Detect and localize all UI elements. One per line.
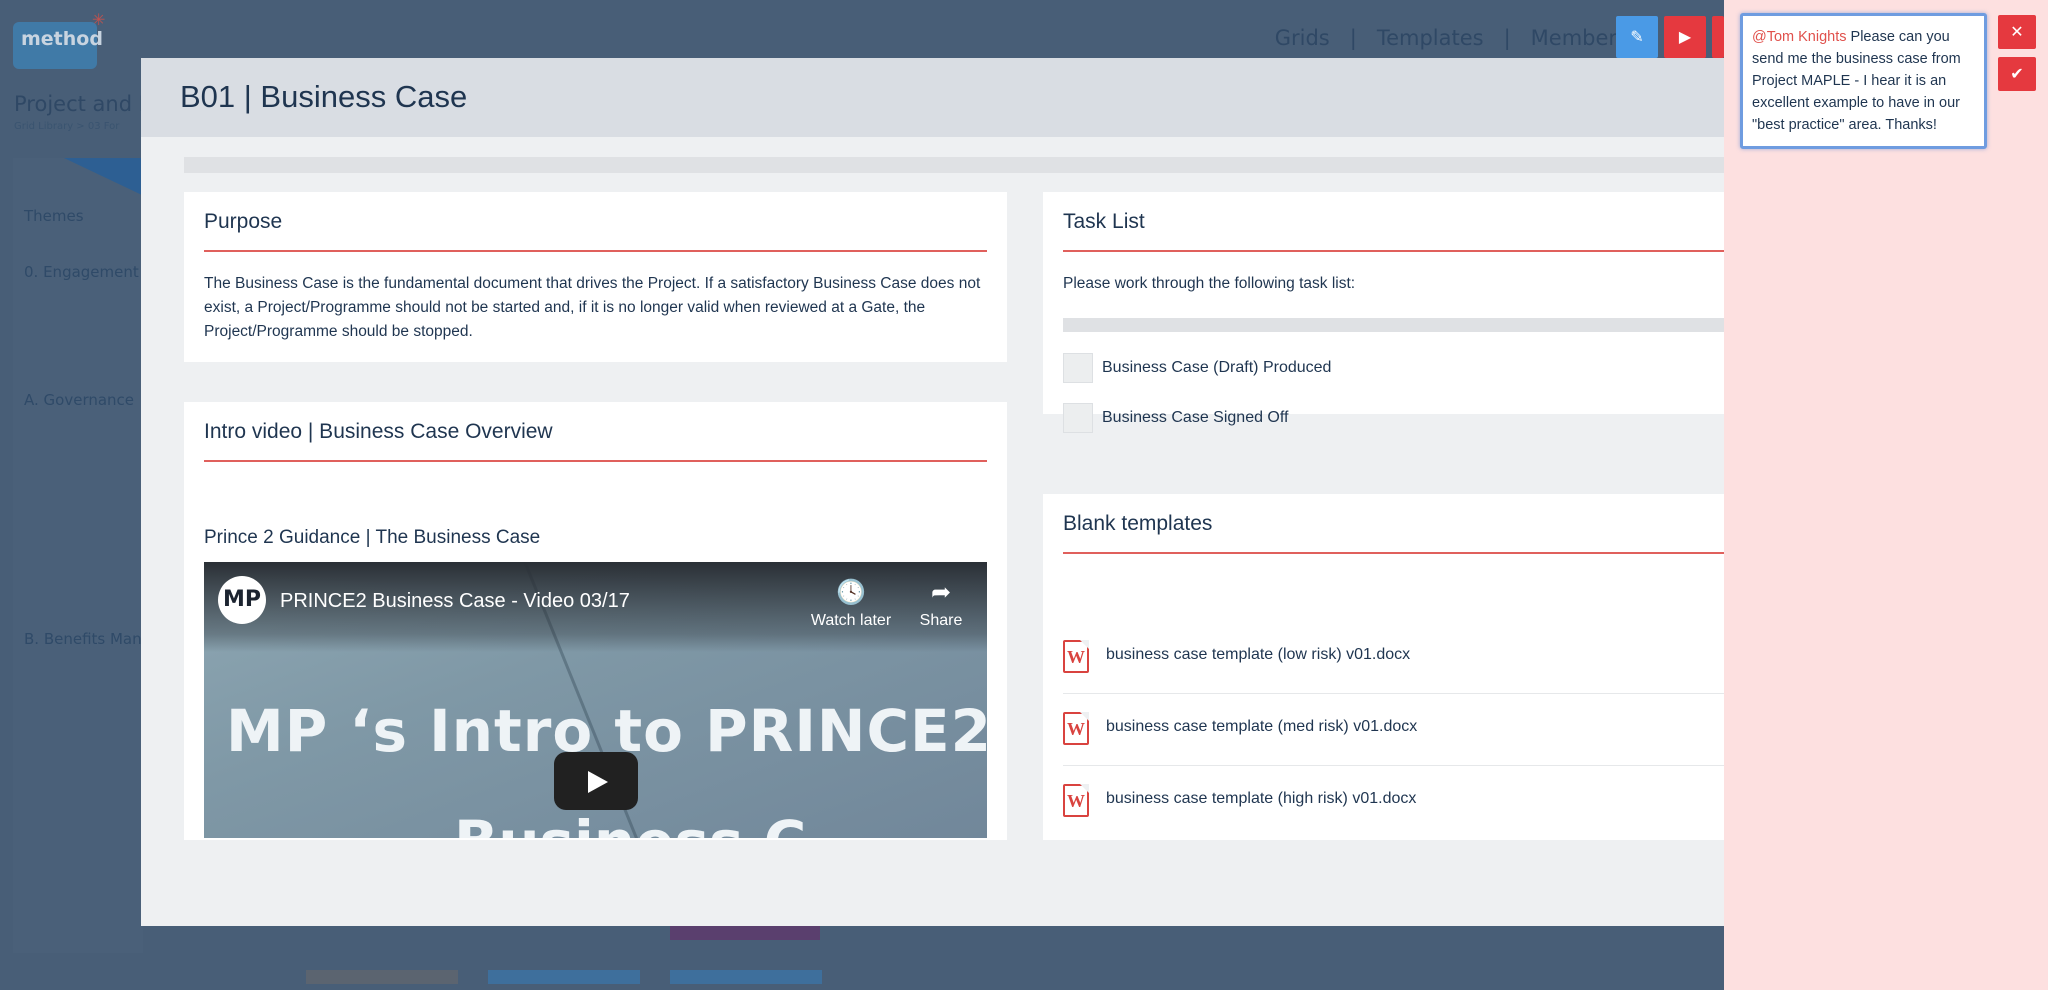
modal-strip xyxy=(184,157,1724,173)
watch-later-label: Watch later xyxy=(810,612,892,629)
blank-templates-title: Blank templates xyxy=(1063,512,1213,535)
share-label: Share xyxy=(919,612,963,629)
card-divider xyxy=(1063,552,1724,554)
task-label-signed-off: Business Case Signed Off xyxy=(1102,409,1289,426)
intro-video-title: Intro video | Business Case Overview xyxy=(204,420,553,443)
task-modal: B01 | Business Case Purpose The Business… xyxy=(141,58,1724,926)
clock-icon: 🕓 xyxy=(836,579,866,606)
edit-button[interactable]: ✎ xyxy=(1616,16,1658,58)
file-name[interactable]: business case template (high risk) v01.d… xyxy=(1106,790,1416,808)
more-button[interactable] xyxy=(1712,16,1724,58)
nav-separator: | xyxy=(1503,26,1511,50)
share-button[interactable]: ➦ Share xyxy=(896,578,986,630)
word-document-icon: W xyxy=(1063,784,1089,817)
task-checkbox-draft[interactable] xyxy=(1063,353,1093,383)
video-thumbnail-text-2: Business C xyxy=(454,808,806,838)
close-icon: ✕ xyxy=(2010,22,2024,41)
submit-comment-button[interactable]: ✔ xyxy=(1998,57,2036,91)
grid-row-themes: Themes xyxy=(24,207,84,225)
task-checkbox-signed-off[interactable] xyxy=(1063,403,1093,433)
nav-templates[interactable]: Templates xyxy=(1377,26,1484,50)
task-progress-bar xyxy=(1063,318,1724,332)
task-label-draft: Business Case (Draft) Produced xyxy=(1102,359,1332,376)
card-divider xyxy=(204,250,987,252)
card-divider xyxy=(1063,250,1724,252)
grid-header-shape xyxy=(64,158,144,196)
logo-burst-icon: ✳ xyxy=(92,10,106,29)
nav-separator: | xyxy=(1349,26,1357,50)
purpose-card: Purpose The Business Case is the fundame… xyxy=(184,192,1007,362)
app-logo: method xyxy=(13,22,103,69)
template-file-low-risk[interactable]: W business case template (low risk) v01.… xyxy=(1043,622,1724,694)
comment-mention[interactable]: @Tom Knights xyxy=(1752,29,1847,45)
check-icon: ✔ xyxy=(2010,64,2024,83)
file-name[interactable]: business case template (low risk) v01.do… xyxy=(1106,646,1410,664)
template-file-high-risk[interactable]: W business case template (high risk) v01… xyxy=(1043,766,1724,838)
video-title[interactable]: PRINCE2 Business Case - Video 03/17 xyxy=(280,590,630,613)
play-video-button[interactable] xyxy=(554,752,638,810)
purpose-title: Purpose xyxy=(204,210,283,233)
template-file-med-risk[interactable]: W business case template (med risk) v01.… xyxy=(1043,694,1724,766)
grid-tile xyxy=(488,970,640,984)
word-document-icon: W xyxy=(1063,712,1089,745)
project-breadcrumb: Grid Library > 03 For xyxy=(14,121,120,132)
pencil-icon: ✎ xyxy=(1630,27,1644,46)
play-icon: ▶ xyxy=(1678,27,1692,46)
file-name[interactable]: business case template (med risk) v01.do… xyxy=(1106,718,1417,736)
word-document-icon: W xyxy=(1063,640,1089,673)
present-button[interactable]: ▶ xyxy=(1664,16,1706,58)
video-player[interactable]: MP PRINCE2 Business Case - Video 03/17 🕓… xyxy=(204,562,987,838)
nav-members[interactable]: Members xyxy=(1531,26,1628,50)
channel-avatar[interactable]: MP xyxy=(218,576,266,624)
modal-title: B01 | Business Case xyxy=(180,79,468,114)
blank-templates-card: Blank templates W business case template… xyxy=(1043,494,1724,840)
grid-tile xyxy=(306,970,458,984)
intro-video-subtitle: Prince 2 Guidance | The Business Case xyxy=(204,527,541,548)
share-icon: ➦ xyxy=(930,579,952,606)
comment-panel: @Tom Knights Please can you send me the … xyxy=(1724,0,2048,990)
grid-tile xyxy=(670,970,822,984)
grid-tile xyxy=(670,926,820,940)
grid-row-benefits: B. Benefits Mana xyxy=(24,630,151,648)
modal-header: B01 | Business Case xyxy=(141,58,1724,137)
intro-video-card: Intro video | Business Case Overview Pri… xyxy=(184,402,1007,840)
purpose-text: The Business Case is the fundamental doc… xyxy=(204,275,981,340)
grid-row-governance: A. Governance xyxy=(24,391,135,409)
comment-input[interactable]: @Tom Knights Please can you send me the … xyxy=(1740,13,1987,149)
top-nav: Grids | Templates | Members xyxy=(1275,26,1628,50)
watch-later-button[interactable]: 🕓 Watch later xyxy=(806,578,896,630)
grid-row-engagement: 0. Engagement C xyxy=(24,263,154,281)
task-list-intro: Please work through the following task l… xyxy=(1063,275,1356,292)
close-comment-button[interactable]: ✕ xyxy=(1998,15,2036,49)
task-list-title: Task List xyxy=(1063,210,1145,233)
project-title: Project and P xyxy=(14,92,152,116)
task-list-card: Task List Please work through the follow… xyxy=(1043,192,1724,433)
card-divider xyxy=(204,460,987,462)
nav-grids[interactable]: Grids xyxy=(1275,26,1330,50)
